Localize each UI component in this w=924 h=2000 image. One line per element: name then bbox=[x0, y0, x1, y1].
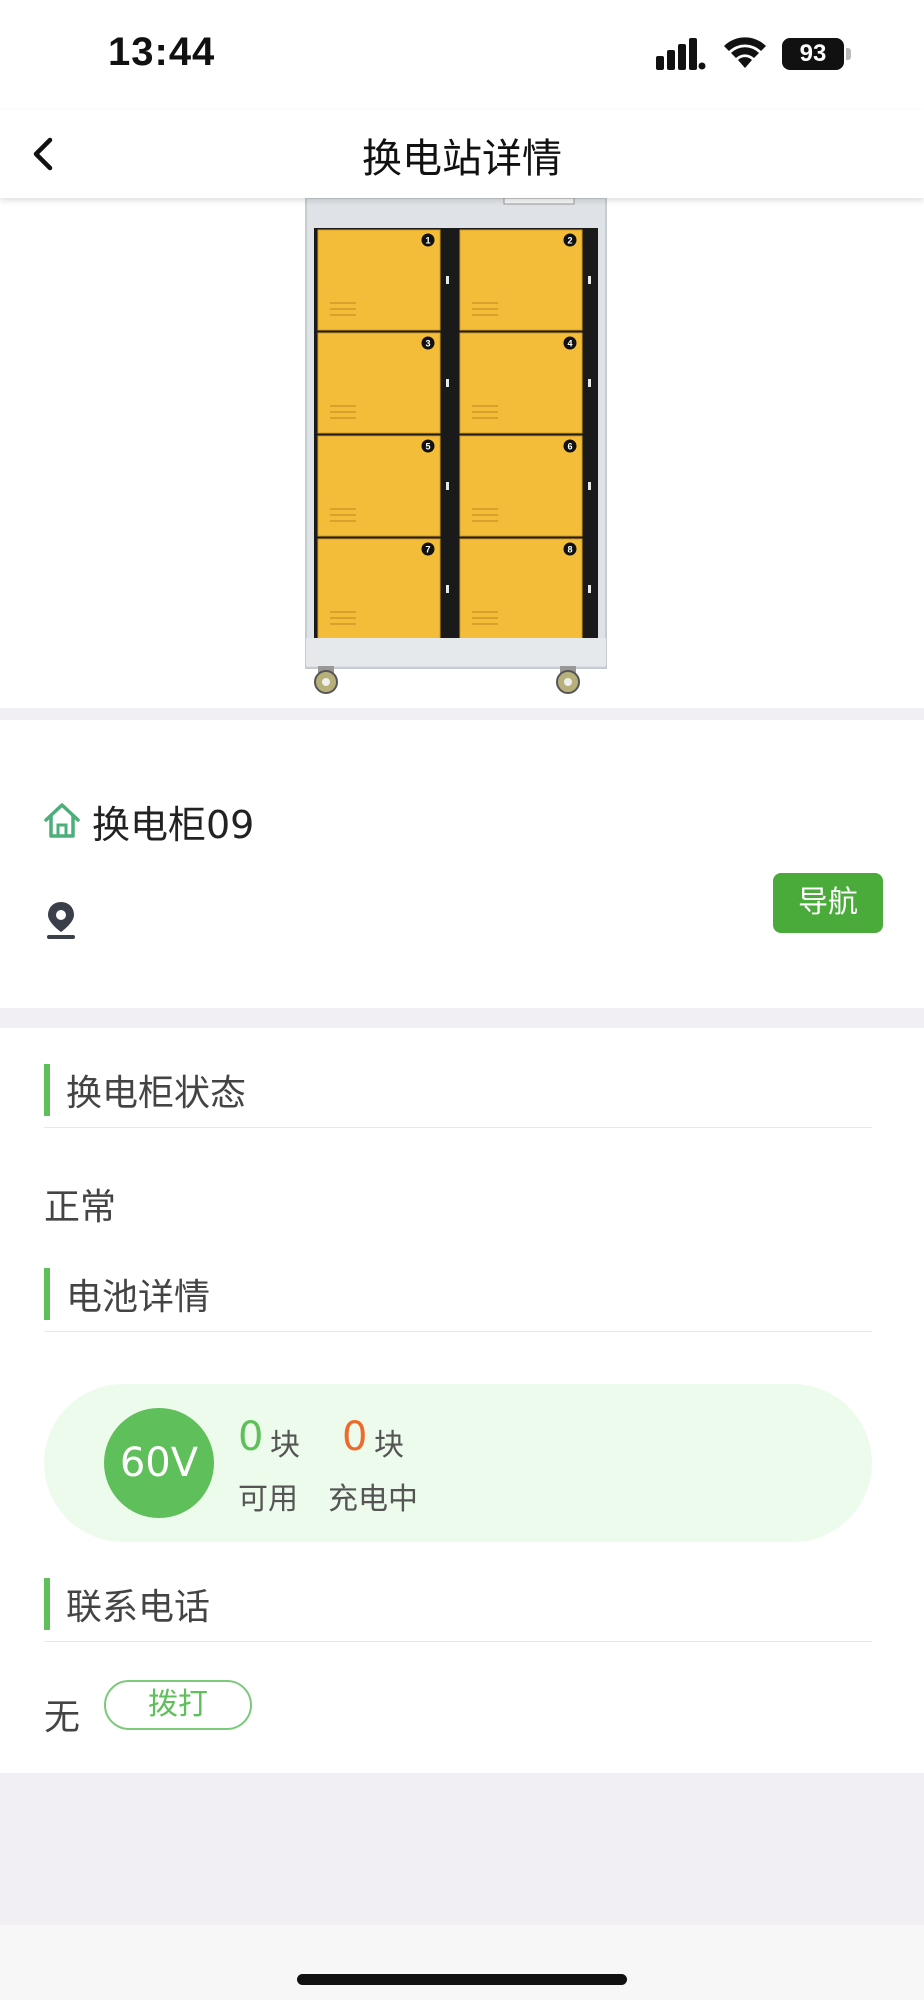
home-indicator[interactable] bbox=[297, 1974, 627, 1985]
door-vent bbox=[330, 508, 356, 510]
door-lock bbox=[446, 585, 449, 593]
battery-summary-panel: 60V 0 块 0 块 可用 充电中 bbox=[44, 1384, 872, 1542]
door-vent bbox=[330, 514, 356, 516]
door-vent bbox=[472, 514, 498, 516]
door-vent bbox=[472, 411, 498, 413]
page-title: 换电站详情 bbox=[362, 136, 562, 182]
cellular-signal-icon bbox=[656, 38, 706, 70]
door-lock bbox=[446, 276, 449, 284]
door-number: 7 bbox=[425, 545, 430, 555]
door-number: 3 bbox=[425, 339, 430, 349]
battery-tip bbox=[846, 48, 851, 60]
door-lock bbox=[446, 379, 449, 387]
battery-details-title: 电池详情 bbox=[66, 1277, 211, 1318]
door-number: 8 bbox=[567, 545, 572, 555]
door-vent bbox=[472, 308, 498, 310]
door-vent bbox=[330, 520, 356, 522]
cabinet-status-header: 换电柜状态 bbox=[44, 1050, 872, 1128]
battery-level: 93 bbox=[782, 38, 844, 70]
station-name: 换电柜09 bbox=[92, 803, 255, 847]
home-icon bbox=[44, 803, 80, 838]
door-lock bbox=[588, 276, 591, 284]
available-label: 可用 bbox=[238, 1482, 298, 1517]
door-lock bbox=[588, 585, 591, 593]
status-bar: 13:44 93 bbox=[0, 0, 924, 110]
call-button[interactable]: 拨打 bbox=[104, 1680, 252, 1730]
door-lock bbox=[446, 482, 449, 490]
details-card: 换电柜状态 正常 电池详情 60V 0 块 0 块 可用 充电中 联系电话 无 … bbox=[0, 1028, 924, 1773]
door-vent bbox=[330, 302, 356, 304]
door-number: 4 bbox=[567, 339, 572, 349]
contact-phone-value: 无 bbox=[44, 1697, 81, 1738]
section-accent-bar bbox=[44, 1578, 50, 1630]
battery-cabinet-image: 1 2 3 4 5 6 7 8 bbox=[305, 198, 607, 694]
door-vent bbox=[472, 302, 498, 304]
location-pin-icon bbox=[47, 902, 75, 939]
door-lock bbox=[588, 482, 591, 490]
door-vent bbox=[330, 417, 356, 419]
status-icons: 93 bbox=[634, 34, 854, 74]
contact-header: 联系电话 bbox=[44, 1564, 872, 1642]
charging-label: 充电中 bbox=[328, 1482, 418, 1517]
door-vent bbox=[330, 611, 356, 613]
charging-unit: 块 bbox=[374, 1428, 404, 1463]
door-vent bbox=[472, 508, 498, 510]
door-vent bbox=[330, 308, 356, 310]
door-number: 1 bbox=[425, 236, 430, 246]
door-number: 2 bbox=[567, 236, 572, 246]
nav-bar: 换电站详情 bbox=[0, 110, 924, 198]
door-vent bbox=[472, 417, 498, 419]
door-vent bbox=[330, 314, 356, 316]
section-accent-bar bbox=[44, 1268, 50, 1320]
cabinet-status-title: 换电柜状态 bbox=[66, 1073, 247, 1114]
section-accent-bar bbox=[44, 1064, 50, 1116]
door-vent bbox=[472, 405, 498, 407]
voltage-badge: 60V bbox=[104, 1408, 214, 1518]
navigate-button[interactable]: 导航 bbox=[773, 873, 883, 933]
door-vent bbox=[330, 405, 356, 407]
door-vent bbox=[472, 520, 498, 522]
wifi-icon bbox=[724, 37, 766, 68]
door-vent bbox=[472, 617, 498, 619]
door-vent bbox=[472, 314, 498, 316]
available-count: 0 bbox=[238, 1414, 264, 1460]
door-vent bbox=[330, 411, 356, 413]
door-vent bbox=[330, 617, 356, 619]
battery-details-header: 电池详情 bbox=[44, 1254, 872, 1332]
home-bar bbox=[0, 1925, 924, 2000]
cabinet-status-value: 正常 bbox=[44, 1187, 117, 1228]
door-vent bbox=[472, 611, 498, 613]
door-vent bbox=[330, 623, 356, 625]
door-number: 5 bbox=[425, 442, 430, 452]
station-info-card: 换电柜09 导航 bbox=[0, 720, 924, 1008]
contact-title: 联系电话 bbox=[66, 1587, 211, 1628]
station-image: 1 2 3 4 5 6 7 8 bbox=[0, 198, 924, 708]
available-unit: 块 bbox=[270, 1428, 300, 1463]
door-number: 6 bbox=[567, 442, 572, 452]
door-vent bbox=[472, 623, 498, 625]
charging-count: 0 bbox=[342, 1414, 368, 1460]
door-lock bbox=[588, 379, 591, 387]
status-time: 13:44 bbox=[108, 30, 216, 74]
battery-icon: 93 bbox=[782, 38, 854, 70]
